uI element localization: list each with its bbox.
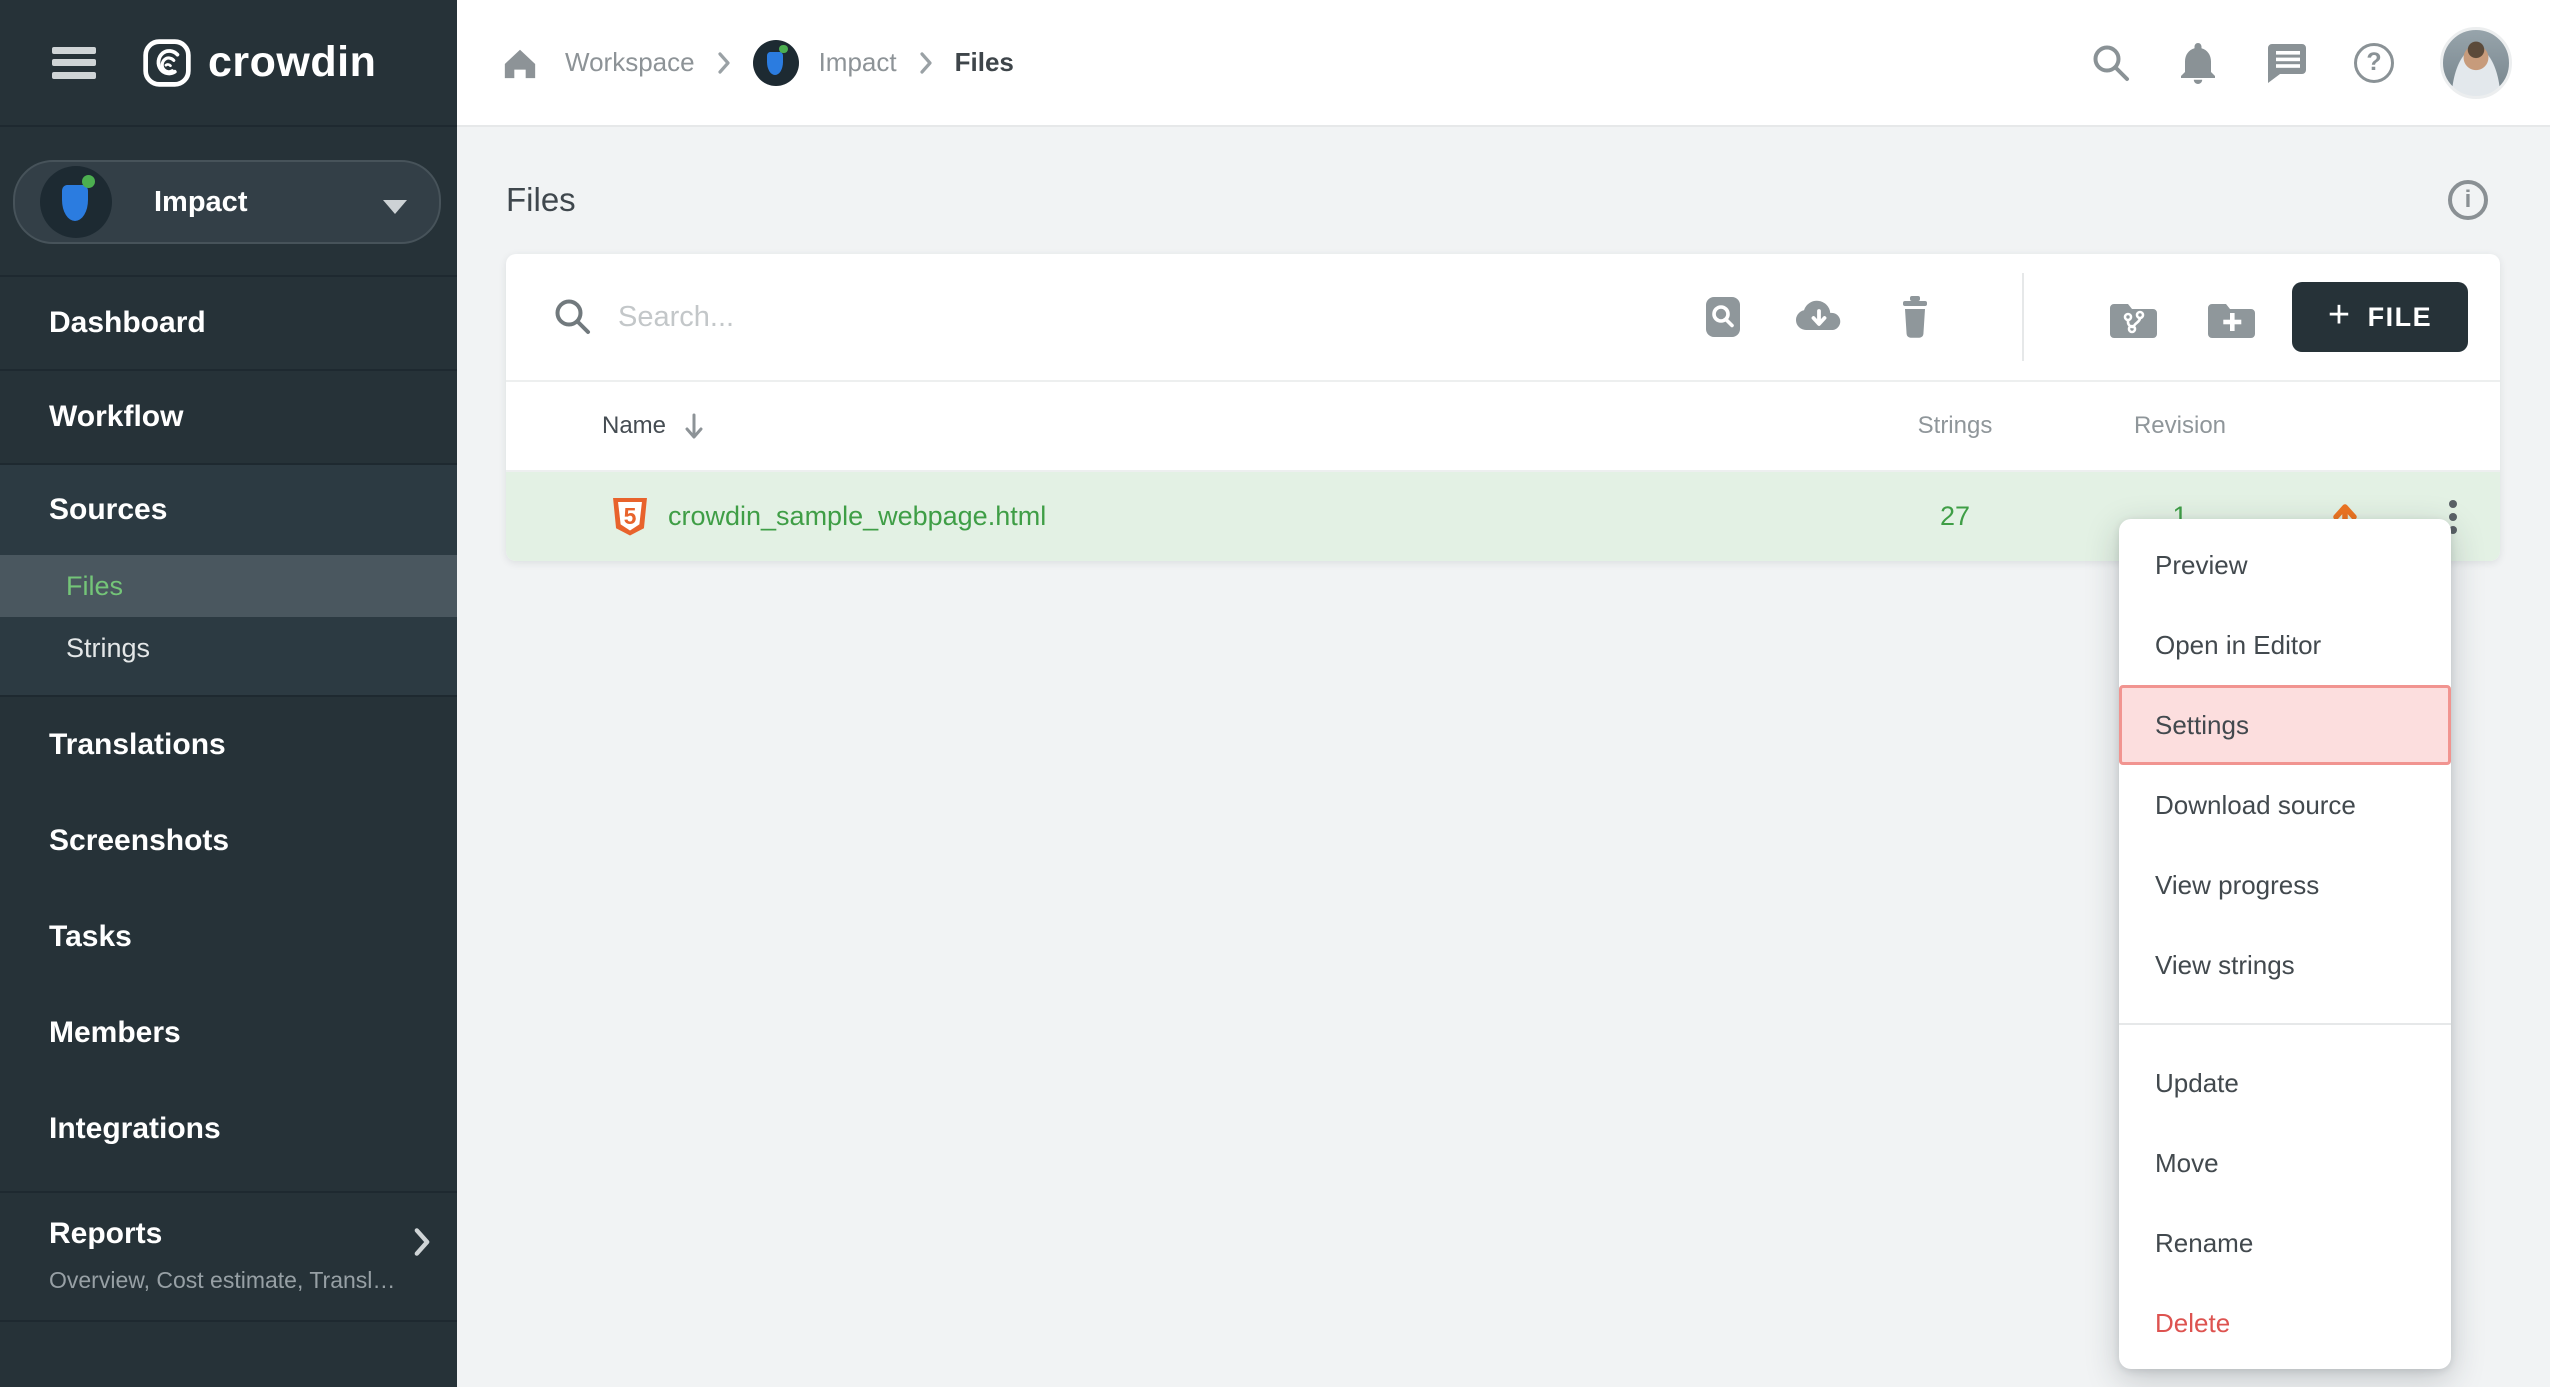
files-toolbar: + FILE: [506, 254, 2500, 382]
sidebar-item-tasks[interactable]: Tasks: [0, 889, 457, 985]
sidebar-item-integrations[interactable]: Integrations: [0, 1081, 457, 1177]
sidebar-header: crowdin: [0, 0, 457, 127]
user-avatar[interactable]: [2440, 27, 2512, 99]
menu-divider: [2119, 1023, 2451, 1025]
chevron-right-icon: [919, 51, 933, 75]
file-context-menu: Preview Open in Editor Settings Download…: [2119, 519, 2451, 1369]
home-icon[interactable]: [501, 45, 539, 81]
breadcrumb: Workspace Impact Files: [501, 40, 1014, 86]
chevron-right-icon: [717, 51, 731, 75]
sidebar-item-screenshots[interactable]: Screenshots: [0, 793, 457, 889]
menu-item-view-progress[interactable]: View progress: [2119, 845, 2451, 925]
hamburger-menu-icon[interactable]: [52, 47, 96, 79]
column-header-name[interactable]: Name: [506, 411, 1854, 441]
search-icon: [552, 296, 594, 338]
breadcrumb-files: Files: [955, 47, 1014, 78]
column-header-strings[interactable]: Strings: [1854, 412, 2056, 440]
delete-trash-icon[interactable]: [1892, 294, 1938, 340]
menu-item-delete[interactable]: Delete: [2119, 1283, 2451, 1363]
notifications-bell-icon[interactable]: [2178, 42, 2218, 84]
branch-folder-icon[interactable]: [2108, 295, 2158, 339]
sidebar-item-members[interactable]: Members: [0, 985, 457, 1081]
sidebar-item-translations[interactable]: Translations: [0, 697, 457, 793]
menu-item-download-source[interactable]: Download source: [2119, 765, 2451, 845]
crowdin-logo[interactable]: crowdin: [142, 38, 376, 88]
files-card: + FILE Name Strings Revision 5 crowdin_s…: [506, 254, 2500, 561]
html5-file-icon: 5: [613, 498, 647, 536]
project-selector[interactable]: Impact: [13, 160, 441, 244]
advanced-search-icon[interactable]: [1700, 294, 1746, 340]
sidebar-item-sources[interactable]: Sources: [0, 465, 457, 555]
table-header: Name Strings Revision: [506, 382, 2500, 472]
sidebar-item-strings[interactable]: Strings: [0, 617, 457, 679]
plus-icon: +: [2328, 296, 2352, 334]
sidebar-item-reports[interactable]: Reports Overview, Cost estimate, Transl…: [0, 1191, 457, 1322]
menu-item-settings[interactable]: Settings: [2119, 685, 2451, 765]
crowdin-logo-text: crowdin: [208, 38, 376, 87]
chevron-right-icon: [413, 1227, 431, 1257]
help-icon[interactable]: ?: [2354, 43, 2394, 83]
menu-item-rename[interactable]: Rename: [2119, 1203, 2451, 1283]
reports-label: Reports: [49, 1217, 162, 1251]
column-header-revision[interactable]: Revision: [2056, 412, 2304, 440]
topbar: Workspace Impact Files ?: [457, 0, 2550, 127]
toolbar-divider: [2022, 273, 2024, 361]
file-name[interactable]: crowdin_sample_webpage.html: [668, 501, 1046, 532]
crowdin-logo-icon: [142, 38, 192, 88]
sidebar-nav: Dashboard Workflow Sources Files Strings…: [0, 277, 457, 1322]
menu-item-view-strings[interactable]: View strings: [2119, 925, 2451, 1005]
toolbar-actions: [1700, 273, 2256, 361]
info-icon[interactable]: i: [2448, 180, 2488, 220]
add-file-button[interactable]: + FILE: [2292, 282, 2468, 352]
download-all-cloud-icon[interactable]: [1794, 294, 1844, 340]
add-file-button-label: FILE: [2368, 302, 2433, 333]
breadcrumb-impact[interactable]: Impact: [819, 47, 897, 78]
reports-subtitle: Overview, Cost estimate, Transl…: [49, 1267, 431, 1294]
sidebar-item-files[interactable]: Files: [0, 555, 457, 617]
menu-item-open-in-editor[interactable]: Open in Editor: [2119, 605, 2451, 685]
search-input[interactable]: [618, 301, 1700, 334]
new-folder-icon[interactable]: [2206, 295, 2256, 339]
project-avatar: [40, 166, 112, 238]
menu-item-move[interactable]: Move: [2119, 1123, 2451, 1203]
project-name: Impact: [154, 186, 247, 219]
menu-item-preview[interactable]: Preview: [2119, 525, 2451, 605]
sidebar-item-dashboard[interactable]: Dashboard: [0, 277, 457, 371]
topbar-icons: ?: [2090, 27, 2512, 99]
file-strings-count: 27: [1854, 501, 2056, 532]
sidebar-section-sources: Sources Files Strings: [0, 465, 457, 697]
breadcrumb-workspace[interactable]: Workspace: [565, 47, 695, 78]
page-title: Files: [506, 181, 576, 219]
messages-chat-icon[interactable]: [2264, 42, 2308, 84]
menu-item-update[interactable]: Update: [2119, 1043, 2451, 1123]
project-selector-wrap: Impact: [0, 127, 457, 277]
file-name-cell: 5 crowdin_sample_webpage.html: [506, 498, 1854, 536]
page-header: Files i: [506, 127, 2488, 254]
caret-down-icon: [383, 200, 407, 214]
sort-descending-icon: [682, 411, 706, 441]
breadcrumb-project-avatar: [753, 40, 799, 86]
sidebar-item-workflow[interactable]: Workflow: [0, 371, 457, 465]
sidebar: crowdin Impact Dashboard Workflow Source…: [0, 0, 457, 1387]
search-icon[interactable]: [2090, 42, 2132, 84]
